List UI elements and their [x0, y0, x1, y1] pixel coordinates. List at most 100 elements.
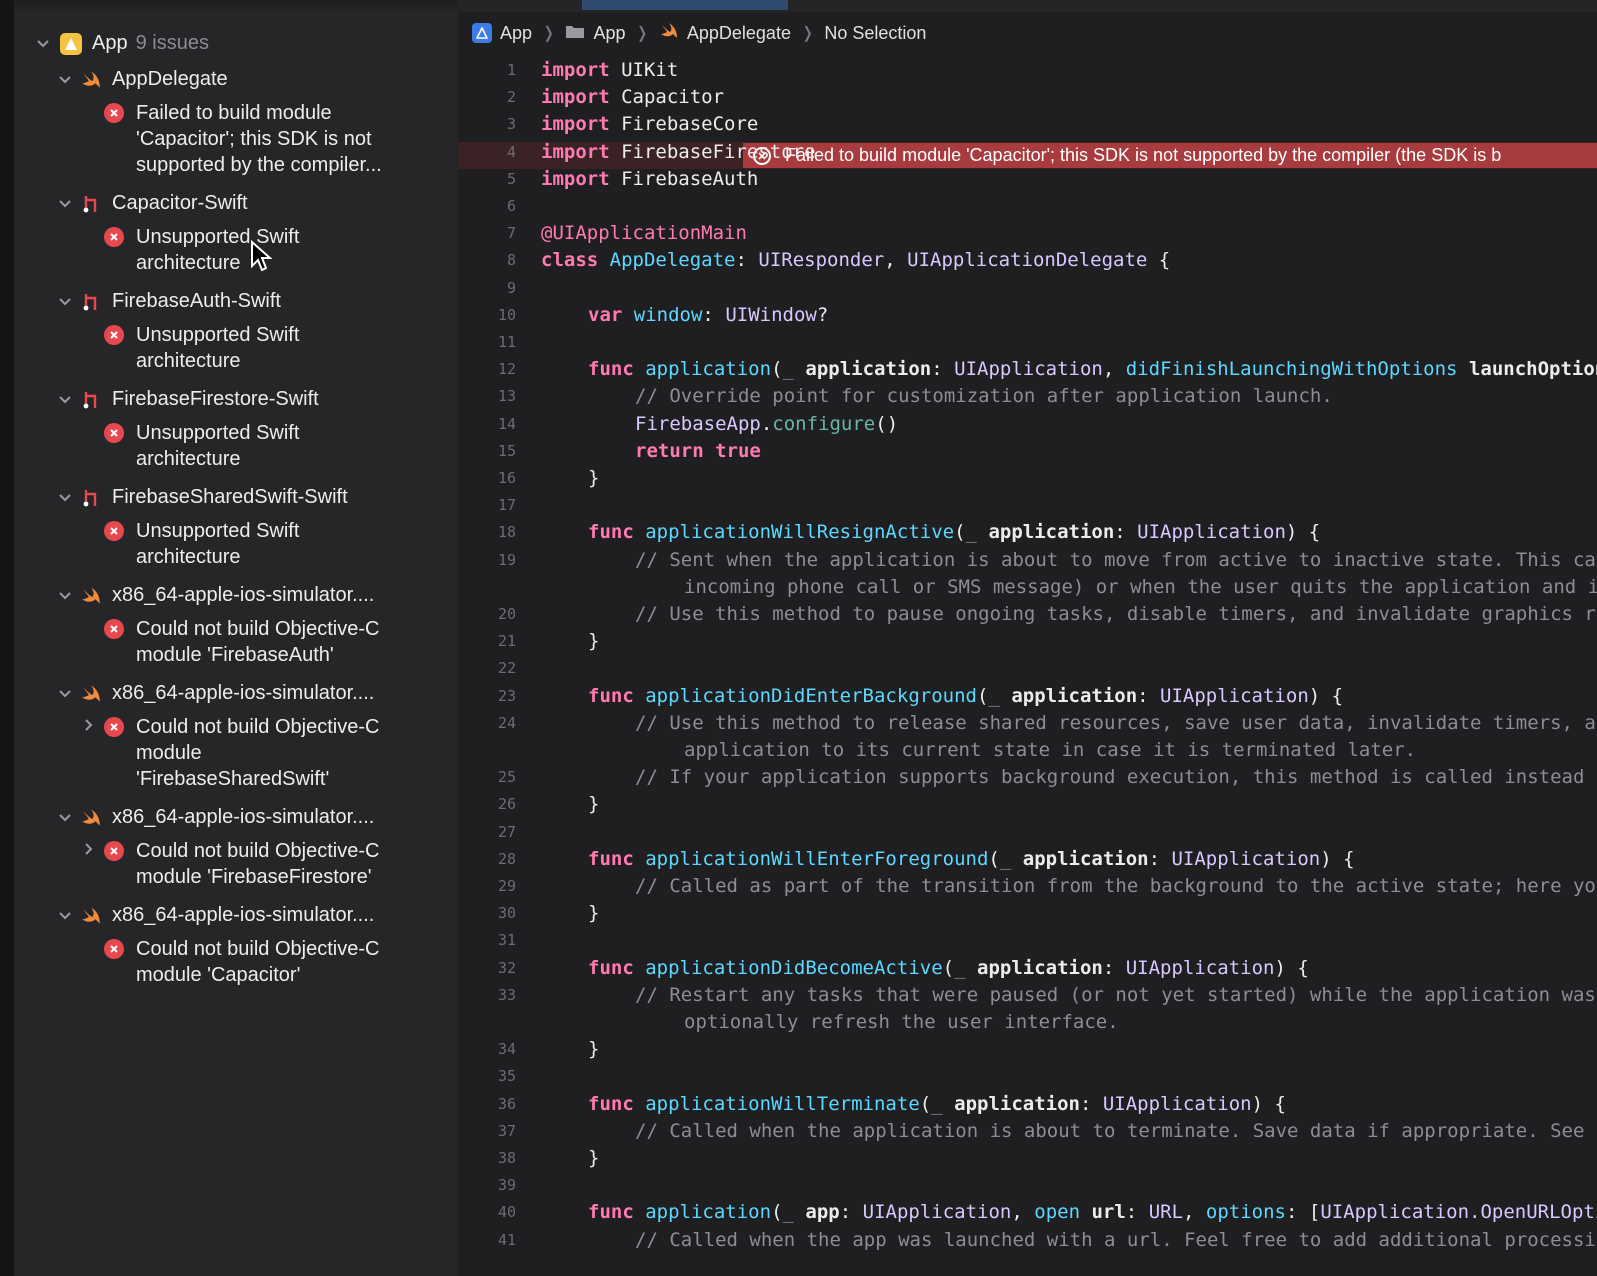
chevron-down-icon[interactable]: [58, 687, 72, 701]
code-line[interactable]: 10 var window: UIWindow?: [458, 302, 1597, 329]
issue-group-row[interactable]: x86_64-apple-ios-simulator....: [58, 904, 458, 927]
code-line[interactable]: 34}: [458, 1036, 1597, 1063]
issue-group-row[interactable]: Capacitor-Swift: [58, 192, 458, 215]
target-icon: [80, 389, 102, 411]
code-line[interactable]: 26}: [458, 791, 1597, 818]
issue-group-row[interactable]: x86_64-apple-ios-simulator....: [58, 682, 458, 705]
code-text: func applicationWillEnterForeground(_ ap…: [588, 847, 1355, 870]
issue-item[interactable]: Could not build Objective-C module 'Capac…: [82, 936, 458, 988]
breadcrumb-item-file[interactable]: AppDelegate: [659, 22, 791, 45]
code-line[interactable]: 31: [458, 927, 1597, 954]
issue-item[interactable]: Could not build Objective-C module 'Fireb…: [82, 616, 458, 668]
breadcrumb-item-project[interactable]: App: [472, 23, 532, 44]
code-line[interactable]: 22: [458, 655, 1597, 682]
code-line[interactable]: 32 func applicationDidBecomeActive(_ appl…: [458, 955, 1597, 982]
chevron-down-icon[interactable]: [58, 393, 72, 407]
code-line[interactable]: 28 func applicationWillEnterForeground(_ …: [458, 846, 1597, 873]
code-line[interactable]: 9: [458, 275, 1597, 302]
code-line[interactable]: 23 func applicationDidEnterBackground(_ a…: [458, 683, 1597, 710]
error-icon: [104, 103, 124, 123]
code-text: incoming phone call or SMS message) or w…: [684, 575, 1597, 598]
code-line[interactable]: 1 import UIKit: [458, 57, 1597, 84]
code-line[interactable]: 24 // Use this method to release shared r…: [458, 710, 1597, 737]
code-line[interactable]: 36 func applicationWillTerminate(_ applic…: [458, 1091, 1597, 1118]
code-line[interactable]: 4 import FirebaseFirestore: [458, 139, 1597, 166]
code-line[interactable]: 16}: [458, 465, 1597, 492]
line-number: 2: [506, 88, 516, 107]
code-line[interactable]: 19 // Sent when the application is about …: [458, 547, 1597, 574]
line-number: 15: [497, 441, 516, 460]
issue-item[interactable]: Unsupported Swift architecture: [82, 420, 458, 472]
line-number: 11: [497, 333, 516, 351]
code-editor[interactable]: App ❭ App ❭ AppDelegate ❭ No Selection F…: [458, 0, 1597, 1276]
issue-item[interactable]: Unsupported Swift architecture: [82, 322, 458, 374]
breadcrumb-label: AppDelegate: [686, 22, 791, 43]
issue-message-line: architecture: [136, 448, 241, 470]
breadcrumb-item-selection[interactable]: No Selection: [824, 23, 926, 44]
code-line[interactable]: 21}: [458, 628, 1597, 655]
chevron-down-icon[interactable]: [58, 491, 72, 505]
chevron-down-icon[interactable]: [58, 811, 72, 825]
issue-group-row[interactable]: x86_64-apple-ios-simulator....: [58, 806, 458, 829]
code-line[interactable]: 29 // Called as part of the transition fr…: [458, 873, 1597, 900]
chevron-down-icon[interactable]: [58, 295, 72, 309]
issue-item[interactable]: Could not build Objective-C module 'Fireba…: [82, 714, 458, 792]
issue-group-row[interactable]: FirebaseSharedSwift-Swift: [58, 486, 458, 509]
issue-group-row[interactable]: FirebaseAuth-Swift: [58, 290, 458, 313]
issue-message-line: architecture: [136, 546, 241, 568]
line-number: 12: [497, 360, 516, 379]
code-line[interactable]: 35: [458, 1063, 1597, 1090]
code-line[interactable]: 6: [458, 193, 1597, 220]
issue-item[interactable]: Unsupported Swift architecture: [82, 518, 458, 570]
code-line[interactable]: 41 // Called when the app was launched wi…: [458, 1227, 1597, 1254]
issue-group-row[interactable]: FirebaseFirestore-Swift: [58, 388, 458, 411]
chevron-down-icon[interactable]: [58, 197, 72, 211]
code-line[interactable]: application to its current state in case…: [458, 737, 1597, 764]
breadcrumb-item-folder[interactable]: App: [565, 23, 625, 44]
code-line[interactable]: 7 @UIApplicationMain: [458, 220, 1597, 247]
chevron-down-icon[interactable]: [36, 37, 50, 51]
code-line[interactable]: 13 // Override point for customization af…: [458, 383, 1597, 410]
code-line[interactable]: 3 import FirebaseCore: [458, 111, 1597, 138]
chevron-down-icon[interactable]: [58, 73, 72, 87]
chevron-right-icon[interactable]: [82, 718, 96, 732]
code-line[interactable]: 37 // Called when the application is abou…: [458, 1118, 1597, 1145]
code-line[interactable]: 5 import FirebaseAuth: [458, 166, 1597, 193]
issue-item[interactable]: Failed to build module 'Capacitor'; this …: [82, 100, 458, 178]
code-line[interactable]: 2 import Capacitor: [458, 84, 1597, 111]
code-line[interactable]: 17: [458, 492, 1597, 519]
line-number: 40: [497, 1203, 516, 1222]
active-tab[interactable]: [582, 0, 788, 10]
chevron-right-icon[interactable]: [82, 842, 96, 856]
issue-root-row[interactable]: App 9 issues: [36, 32, 458, 55]
code-line[interactable]: 33 // Restart any tasks that were paused …: [458, 982, 1597, 1009]
code-line[interactable]: 38}: [458, 1145, 1597, 1172]
code-line[interactable]: 25 // If your application supports backgr…: [458, 764, 1597, 791]
issue-item[interactable]: Could not build Objective-C module 'Fireb…: [82, 838, 458, 890]
chevron-down-icon[interactable]: [58, 909, 72, 923]
issue-group-label: FirebaseFirestore-Swift: [112, 388, 319, 410]
code-line[interactable]: 30}: [458, 900, 1597, 927]
line-number: 23: [497, 686, 516, 705]
code-line[interactable]: 11: [458, 329, 1597, 356]
issue-message-line: module 'FirebaseFirestore': [136, 866, 372, 888]
issue-group-row[interactable]: x86_64-apple-ios-simulator....: [58, 584, 458, 607]
issue-group-row[interactable]: AppDelegate: [58, 68, 458, 91]
code-line[interactable]: 20 // Use this method to pause ongoing ta…: [458, 601, 1597, 628]
chevron-down-icon[interactable]: [58, 589, 72, 603]
code-line[interactable]: optionally refresh the user interface.: [458, 1009, 1597, 1036]
code-line[interactable]: 14 FirebaseApp.configure(): [458, 411, 1597, 438]
code-line[interactable]: 27: [458, 819, 1597, 846]
issue-group-label: x86_64-apple-ios-simulator....: [112, 584, 375, 606]
code-line[interactable]: incoming phone call or SMS message) or w…: [458, 574, 1597, 601]
code-line[interactable]: 18 func applicationWillResignActive(_ app…: [458, 519, 1597, 546]
code-line[interactable]: 40 func application(_ app: UIApplication,…: [458, 1199, 1597, 1226]
code-line[interactable]: 8 class AppDelegate: UIResponder, UIAppli…: [458, 247, 1597, 274]
line-number: 5: [506, 169, 516, 188]
code-line[interactable]: 15 return true: [458, 438, 1597, 465]
mouse-cursor-icon: [250, 239, 273, 277]
app-icon: [60, 32, 82, 55]
error-icon: [104, 619, 124, 639]
code-line[interactable]: 39: [458, 1172, 1597, 1199]
code-line[interactable]: 12 func application(_ application: UIAppl…: [458, 356, 1597, 383]
